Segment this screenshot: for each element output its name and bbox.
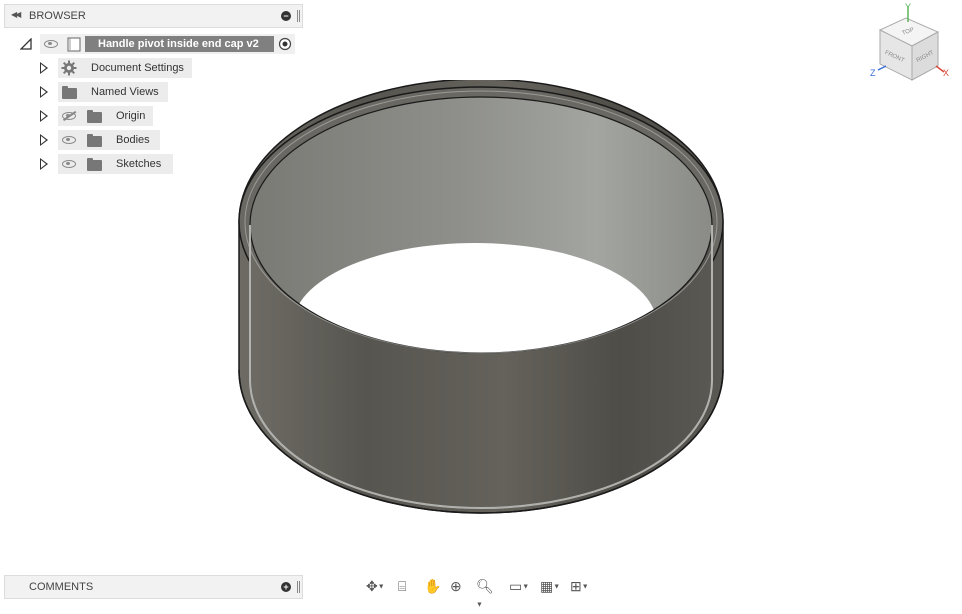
double-chevron-left-icon[interactable]: ◀◀	[11, 10, 21, 19]
folder-icon	[87, 110, 102, 123]
item-label: Bodies	[116, 134, 150, 146]
eye-icon[interactable]	[44, 40, 58, 48]
viewports-icon[interactable]: ⊞▼	[570, 577, 589, 596]
gear-icon	[61, 60, 77, 76]
zoom-icon[interactable]: ⊕	[450, 577, 462, 595]
panel-grip-icon[interactable]	[297, 10, 300, 22]
item-label: Origin	[116, 110, 146, 122]
item-label: Document Settings	[91, 62, 184, 74]
plus-circle-icon[interactable]: +	[281, 582, 291, 592]
expand-triangle-icon[interactable]	[40, 110, 48, 122]
root-label: Handle pivot inside end cap v2	[98, 38, 259, 50]
grid-icon[interactable]: ▦▼	[540, 577, 560, 596]
folder-icon	[87, 134, 102, 147]
panel-grip-icon[interactable]	[297, 581, 300, 593]
look-at-icon[interactable]: ⌸	[398, 577, 406, 595]
minus-circle-icon[interactable]: −	[281, 11, 291, 21]
zoom-window-icon[interactable]: 🔍︎▼	[476, 577, 494, 614]
expand-triangle-icon[interactable]	[40, 62, 48, 74]
browser-item-origin[interactable]: Origin	[0, 106, 160, 126]
browser-title: BROWSER	[29, 10, 86, 22]
item-label: Sketches	[116, 158, 162, 170]
comments-panel-header: COMMENTS +	[4, 575, 303, 599]
axis-z-label: Z	[870, 68, 876, 78]
browser-item-named-views[interactable]: Named Views	[0, 82, 170, 102]
expand-triangle-icon[interactable]	[40, 134, 48, 146]
expand-triangle-icon[interactable]	[40, 86, 48, 98]
folder-icon	[87, 158, 102, 171]
item-label: Named Views	[91, 86, 159, 98]
model-viewport[interactable]	[230, 80, 735, 525]
display-settings-icon[interactable]: ▭▼	[509, 577, 529, 596]
eye-hidden-icon[interactable]	[62, 112, 76, 120]
folder-icon	[62, 86, 77, 99]
browser-item-sketches[interactable]: Sketches	[0, 154, 175, 174]
browser-root-row[interactable]: Handle pivot inside end cap v2	[0, 34, 300, 54]
eye-icon[interactable]	[62, 136, 76, 144]
document-icon	[67, 37, 81, 52]
axis-y-label: Y	[905, 2, 912, 12]
viewcube-graphic[interactable]	[864, 4, 956, 92]
browser-panel-header: ◀◀ BROWSER −	[4, 4, 303, 28]
axis-x-label: X	[943, 68, 950, 78]
orbit-icon[interactable]: ✥▼	[366, 577, 385, 596]
viewcube[interactable]: TOP FRONT RIGHT Y Z X	[864, 2, 956, 92]
browser-item-bodies[interactable]: Bodies	[0, 130, 165, 150]
comments-title: COMMENTS	[29, 581, 94, 593]
collapse-triangle-icon[interactable]	[20, 38, 32, 50]
pan-icon[interactable]: ✋	[424, 577, 441, 595]
browser-item-document-settings[interactable]: Document Settings	[0, 58, 200, 78]
expand-triangle-icon[interactable]	[40, 158, 48, 170]
eye-icon[interactable]	[62, 160, 76, 168]
activate-radio-icon[interactable]	[278, 37, 292, 51]
